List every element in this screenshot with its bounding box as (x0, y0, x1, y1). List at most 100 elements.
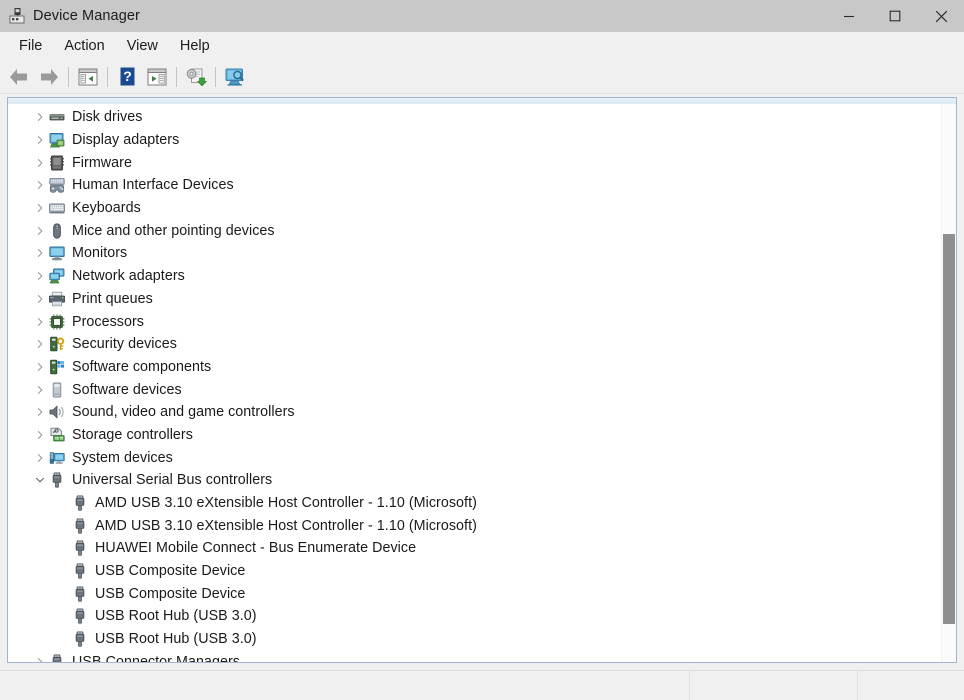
maximize-icon (889, 10, 901, 22)
menu-bar: File Action View Help (0, 32, 964, 60)
tree-item-label: Human Interface Devices (72, 177, 234, 193)
title-bar[interactable]: Device Manager (0, 0, 964, 32)
menu-help[interactable]: Help (169, 35, 221, 57)
tree-item[interactable]: Disk drives (8, 106, 941, 129)
device-manager-icon (8, 7, 26, 25)
chevron-right-icon[interactable] (31, 453, 49, 463)
tree-item[interactable]: Firmware (8, 151, 941, 174)
forward-button[interactable] (34, 63, 64, 91)
tree-item[interactable]: Software components (8, 356, 941, 379)
device-tree-pane: Disk drivesDisplay adapters Firmware Human… (7, 97, 957, 663)
tree-item[interactable]: Universal Serial Bus controllers (8, 469, 941, 492)
tree-item-label: USB Root Hub (USB 3.0) (95, 608, 257, 624)
menu-file[interactable]: File (8, 35, 53, 57)
tree-item-label: Mice and other pointing devices (72, 223, 275, 239)
status-pane-tertiary (858, 671, 964, 700)
speaker-icon (49, 404, 65, 420)
toolbar-separator (176, 67, 177, 87)
tree-item[interactable]: USB Root Hub (USB 3.0) (8, 628, 941, 651)
status-bar (0, 670, 964, 700)
chevron-right-icon[interactable] (31, 294, 49, 304)
chevron-right-icon[interactable] (31, 317, 49, 327)
tree-item-label: Security devices (72, 336, 177, 352)
tree-item[interactable]: USB Root Hub (USB 3.0) (8, 605, 941, 628)
chevron-right-icon[interactable] (31, 203, 49, 213)
update-driver-button[interactable] (181, 63, 211, 91)
keyboard-icon (49, 200, 65, 216)
tree-item[interactable]: HUAWEI Mobile Connect - Bus Enumerate De… (8, 537, 941, 560)
scan-monitor-icon (224, 67, 246, 87)
display-adapter-icon (49, 132, 65, 148)
tree-item-label: Software devices (72, 382, 182, 398)
tree-item[interactable]: USB Composite Device (8, 560, 941, 583)
close-button[interactable] (918, 0, 964, 32)
chevron-right-icon[interactable] (31, 112, 49, 122)
show-hide-console-tree-button[interactable] (73, 63, 103, 91)
close-icon (935, 10, 948, 23)
tree-item[interactable]: Keyboards (8, 197, 941, 220)
tree-item[interactable]: Storage controllers (8, 424, 941, 447)
usb-icon (49, 472, 65, 488)
chevron-right-icon[interactable] (31, 339, 49, 349)
back-button[interactable] (4, 63, 34, 91)
tree-item-label: Print queues (72, 291, 153, 307)
status-pane-main (0, 671, 690, 700)
chevron-right-icon[interactable] (31, 362, 49, 372)
tree-item[interactable]: System devices (8, 446, 941, 469)
tree-item[interactable]: Monitors (8, 242, 941, 265)
tree-item[interactable]: Security devices (8, 333, 941, 356)
tree-item[interactable]: Mice and other pointing devices (8, 219, 941, 242)
chevron-right-icon[interactable] (31, 407, 49, 417)
chevron-right-icon[interactable] (31, 180, 49, 190)
properties-window-icon (147, 68, 167, 86)
monitor-icon (49, 245, 65, 261)
chevron-right-icon[interactable] (31, 158, 49, 168)
tree-item-label: Monitors (72, 245, 127, 261)
menu-action[interactable]: Action (53, 35, 115, 57)
hid-icon (49, 177, 65, 193)
tree-item[interactable]: Print queues (8, 288, 941, 311)
chevron-right-icon[interactable] (31, 135, 49, 145)
tree-item[interactable]: Processors (8, 310, 941, 333)
tree-item[interactable]: AMD USB 3.10 eXtensible Host Controller … (8, 514, 941, 537)
tree-item[interactable]: USB Connector Managers (8, 651, 941, 663)
tree-item[interactable]: Software devices (8, 378, 941, 401)
help-button[interactable]: ? (112, 63, 142, 91)
vertical-scrollbar[interactable] (941, 104, 956, 662)
system-device-icon (49, 450, 65, 466)
software-device-icon (49, 382, 65, 398)
maximize-button[interactable] (872, 0, 918, 32)
processor-icon (49, 314, 65, 330)
tree-item[interactable]: AMD USB 3.10 eXtensible Host Controller … (8, 492, 941, 515)
chevron-right-icon[interactable] (31, 271, 49, 281)
minimize-button[interactable] (826, 0, 872, 32)
chevron-right-icon[interactable] (31, 430, 49, 440)
network-adapter-icon (49, 268, 65, 284)
tree-item[interactable]: Network adapters (8, 265, 941, 288)
tree-item-label: Keyboards (72, 200, 141, 216)
tree-item-label: System devices (72, 450, 173, 466)
svg-text:?: ? (123, 68, 132, 84)
tree-item-label: AMD USB 3.10 eXtensible Host Controller … (95, 518, 477, 534)
menu-view[interactable]: View (116, 35, 169, 57)
chevron-right-icon[interactable] (31, 226, 49, 236)
tree-item-label: USB Composite Device (95, 586, 245, 602)
chevron-right-icon[interactable] (31, 248, 49, 258)
tree-item[interactable]: Sound, video and game controllers (8, 401, 941, 424)
chevron-down-icon[interactable] (31, 475, 49, 485)
scan-hardware-changes-button[interactable] (220, 63, 250, 91)
scrollbar-thumb[interactable] (943, 234, 955, 624)
tree-item-label: USB Connector Managers (72, 654, 240, 662)
tree-item-label: Firmware (72, 155, 132, 171)
tree-item[interactable]: USB Composite Device (8, 582, 941, 605)
tree-item[interactable]: Human Interface Devices (8, 174, 941, 197)
arrow-right-icon (38, 67, 60, 87)
tree-item[interactable]: Display adapters (8, 129, 941, 152)
status-pane-secondary (690, 671, 858, 700)
chevron-right-icon[interactable] (31, 657, 49, 662)
properties-button[interactable] (142, 63, 172, 91)
window-title: Device Manager (33, 8, 140, 24)
tree-item-label: USB Composite Device (95, 563, 245, 579)
chevron-right-icon[interactable] (31, 385, 49, 395)
tree-item-label: Universal Serial Bus controllers (72, 472, 272, 488)
